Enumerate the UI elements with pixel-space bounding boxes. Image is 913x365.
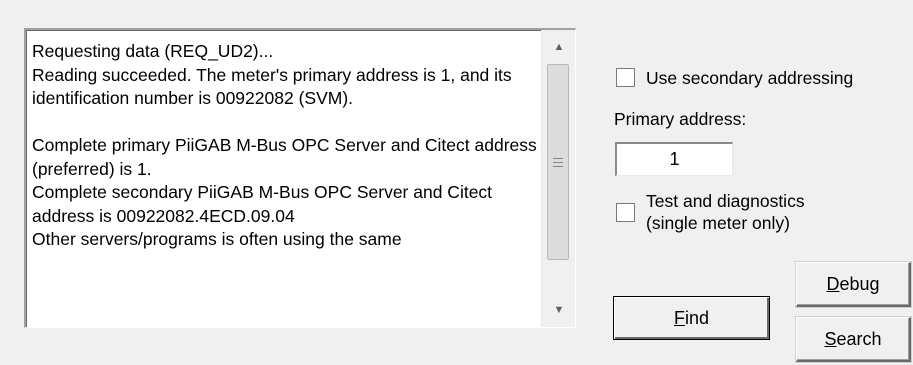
debug-hotkey: D — [826, 273, 840, 294]
primary-address-input[interactable]: 1 — [615, 142, 733, 176]
test-diagnostics-checkbox[interactable] — [616, 203, 635, 222]
test-diagnostics-label-line1: Test and diagnostics — [646, 191, 805, 211]
search-label: earch — [836, 328, 882, 349]
grip-icon — [553, 158, 563, 170]
scroll-up-arrow-icon[interactable]: ▲ — [542, 30, 576, 64]
log-text: Requesting data (REQ_UD2)... Reading suc… — [32, 41, 537, 249]
test-diagnostics-label-line2: (single meter only) — [646, 213, 790, 233]
scroll-down-arrow-icon[interactable]: ▼ — [542, 293, 576, 327]
find-button[interactable]: Find — [613, 296, 770, 340]
log-textarea[interactable]: Requesting data (REQ_UD2)... Reading suc… — [24, 28, 576, 328]
debug-button[interactable]: Debug — [796, 262, 911, 307]
debug-label: ebug — [839, 273, 880, 294]
log-scrollbar[interactable]: ▲ ▼ — [541, 30, 575, 327]
search-button[interactable]: Search — [796, 317, 911, 362]
scroll-thumb[interactable] — [547, 64, 569, 260]
search-hotkey: S — [824, 328, 837, 349]
use-secondary-label: Use secondary addressing — [646, 68, 854, 88]
find-hotkey: F — [673, 307, 685, 328]
find-label: ind — [684, 307, 710, 328]
primary-address-label: Primary address: — [614, 109, 747, 129]
use-secondary-checkbox[interactable] — [616, 68, 635, 87]
